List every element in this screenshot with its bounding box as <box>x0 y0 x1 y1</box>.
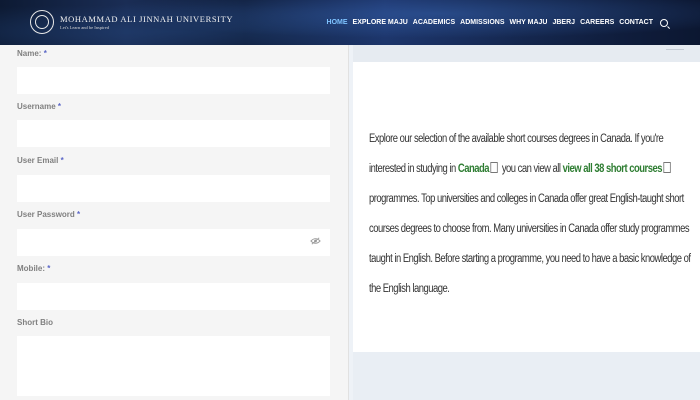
bio-textarea[interactable] <box>17 336 330 396</box>
mobile-label: Mobile: * <box>17 264 51 273</box>
nav-admissions[interactable]: ADMISSIONS <box>460 19 504 27</box>
panel-top-bar <box>353 45 700 62</box>
course-description: Explore our selection of the available s… <box>369 133 691 295</box>
panel-bottom-area <box>353 352 700 400</box>
username-field[interactable] <box>17 120 330 147</box>
external-link-icon[interactable] <box>490 162 499 173</box>
username-label: Username * <box>17 102 62 111</box>
external-link-icon[interactable] <box>663 162 672 173</box>
email-field[interactable] <box>17 175 330 202</box>
eye-slash-icon[interactable] <box>310 237 321 245</box>
logo-name: MOHAMMAD ALI JINNAH UNIVERSITY <box>60 14 234 24</box>
bio-label: Short Bio <box>17 318 53 327</box>
nav-careers[interactable]: CAREERS <box>580 19 614 27</box>
search-icon[interactable] <box>660 19 668 27</box>
password-label: User Password * <box>17 210 81 219</box>
name-field[interactable] <box>17 67 330 94</box>
main-nav: HOME EXPLORE MAJU ACADEMICS ADMISSIONS W… <box>327 19 668 27</box>
nav-jberj[interactable]: JBERJ <box>552 19 575 27</box>
logo-tagline: Let's Learn and be Inspired <box>60 25 110 30</box>
nav-why-maju[interactable]: WHY MAJU <box>510 19 548 27</box>
site-header: MOHAMMAD ALI JINNAH UNIVERSITY Let's Lea… <box>0 0 700 45</box>
canada-link[interactable]: Canada <box>458 163 490 175</box>
view-all-courses-link[interactable]: view all 38 short courses <box>563 163 663 175</box>
university-seal-icon <box>30 10 54 34</box>
nav-academics[interactable]: ACADEMICS <box>413 19 455 27</box>
nav-home[interactable]: HOME <box>327 19 348 27</box>
course-info-panel: Explore our selection of the available s… <box>353 62 700 352</box>
email-label: User Email * <box>17 156 64 165</box>
registration-form: Name: * Username * User Email * User Pas… <box>0 45 349 400</box>
name-label: Name: * <box>17 49 47 58</box>
mobile-field[interactable] <box>17 283 330 310</box>
nav-explore-maju[interactable]: EXPLORE MAJU <box>353 19 408 27</box>
university-logo[interactable]: MOHAMMAD ALI JINNAH UNIVERSITY Let's Lea… <box>30 10 233 34</box>
nav-contact[interactable]: CONTACT <box>619 19 653 27</box>
password-field[interactable] <box>17 229 330 256</box>
